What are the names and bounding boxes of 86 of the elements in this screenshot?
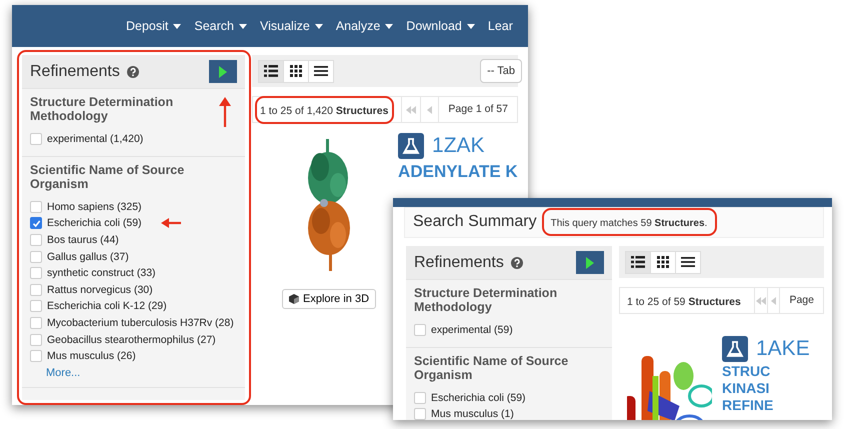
page-indicator: Page 1 of 57 (438, 97, 517, 122)
option-label[interactable]: Mycobacterium tuberculosis H37Rv (28) (47, 317, 234, 330)
entry-title-link[interactable]: REFINE (722, 398, 810, 413)
nav-menu[interactable]: Deposit (126, 19, 182, 33)
option-label[interactable]: experimental (1,420) (47, 133, 144, 146)
list-view-icon (630, 254, 646, 270)
view-toggle[interactable] (308, 60, 334, 82)
option-label[interactable]: synthetic construct (33) (47, 267, 156, 280)
apply-button[interactable] (576, 251, 604, 274)
entry-id-link[interactable]: 1ZAK (432, 134, 485, 158)
checkbox[interactable] (30, 133, 42, 146)
caret-icon (239, 24, 247, 28)
group-title: Scientific Name of Source Organism (414, 354, 570, 382)
summary-title: Search Summary (413, 213, 537, 231)
checkbox[interactable] (30, 284, 42, 296)
checkbox[interactable] (30, 267, 42, 280)
grid-view-icon (655, 254, 671, 270)
result-range: 1 to 25 of 1,420 Structures (260, 104, 388, 116)
previous-icon (771, 296, 776, 304)
checkbox[interactable] (30, 350, 42, 362)
option-label[interactable]: Rattus norvegicus (30) (47, 284, 153, 296)
option-label[interactable]: Mus musculus (26) (47, 350, 136, 362)
option-label[interactable]: Bos taurus (44) (47, 234, 119, 246)
explore-button[interactable]: Explore in 3D (282, 289, 376, 309)
option-label[interactable]: Escherichia coli K-12 (29) (47, 300, 167, 312)
checkbox[interactable] (30, 334, 42, 346)
option-label[interactable]: experimental (59) (431, 324, 513, 336)
option-label[interactable]: Escherichia coli (59) (431, 392, 526, 404)
nav-menu[interactable]: Visualize (260, 19, 323, 33)
play-icon (219, 66, 227, 78)
first-page-icon (756, 296, 766, 304)
checkbox[interactable] (30, 250, 42, 263)
nav-menu[interactable]: Search (194, 19, 247, 33)
previous-icon (427, 106, 432, 114)
view-toggle[interactable] (675, 250, 701, 274)
group-title: Structure Determination Methodology (414, 286, 558, 314)
summary-text: This query matches 59 Structures. (550, 218, 708, 229)
entry-title-link[interactable]: ADENYLATE K (398, 163, 518, 180)
page-indicator: Page (779, 288, 823, 313)
checkbox[interactable] (30, 317, 42, 330)
caret-icon (173, 24, 182, 28)
nav-menu[interactable]: Analyze (336, 19, 394, 33)
first-page-icon (406, 106, 416, 114)
cube-icon (289, 294, 299, 304)
view-toggle[interactable] (283, 60, 309, 82)
play-icon (586, 256, 594, 268)
help-icon[interactable] (510, 256, 523, 268)
option-label[interactable]: Gallus gallus (37) (47, 250, 129, 263)
checkbox[interactable] (30, 234, 42, 246)
apply-button[interactable] (209, 60, 237, 83)
panel-title: Refinements (414, 254, 504, 272)
group-title: Structure Determination Methodology (30, 95, 174, 123)
option-label[interactable]: Geobacillus stearothermophilus (27) (47, 334, 216, 346)
nav-menu[interactable]: Lear (488, 19, 513, 33)
table-select[interactable]: -- Tab (480, 59, 522, 83)
flask-icon (722, 336, 748, 362)
option-label[interactable]: Escherichia coli (59) (47, 217, 142, 230)
option-label[interactable]: Homo sapiens (325) (47, 200, 142, 213)
caret-icon (385, 24, 394, 28)
view-toggle[interactable] (258, 60, 284, 82)
entry-title-link[interactable]: KINASI (722, 381, 810, 396)
checkbox[interactable] (30, 200, 42, 213)
option-label[interactable]: Mus musculus (1) (431, 408, 514, 420)
result-range: 1 to 25 of 59 Structures (627, 296, 741, 308)
menu-icon (680, 254, 696, 270)
caret-icon (314, 24, 323, 28)
checkbox[interactable] (414, 392, 426, 404)
flask-icon (398, 133, 424, 159)
checkbox[interactable] (30, 217, 42, 230)
more-link[interactable]: More... (46, 366, 237, 379)
checkbox[interactable] (30, 300, 42, 312)
entry-title-link[interactable]: STRUC (722, 364, 810, 379)
checkbox[interactable] (414, 408, 426, 420)
help-icon[interactable] (126, 66, 139, 78)
caret-icon (466, 24, 475, 28)
view-toggle[interactable] (625, 250, 651, 274)
first-page-button[interactable] (754, 288, 767, 313)
grid-view-icon (288, 63, 304, 79)
entry-id-link[interactable]: 1AKE (756, 337, 810, 361)
panel-title: Refinements (30, 62, 120, 80)
nav-menu[interactable]: Download (406, 19, 475, 33)
view-toggle[interactable] (650, 250, 676, 274)
menu-icon (313, 63, 329, 79)
group-title: Scientific Name of Source Organism (30, 162, 186, 191)
list-view-icon (263, 63, 279, 79)
checkbox[interactable] (414, 324, 426, 336)
